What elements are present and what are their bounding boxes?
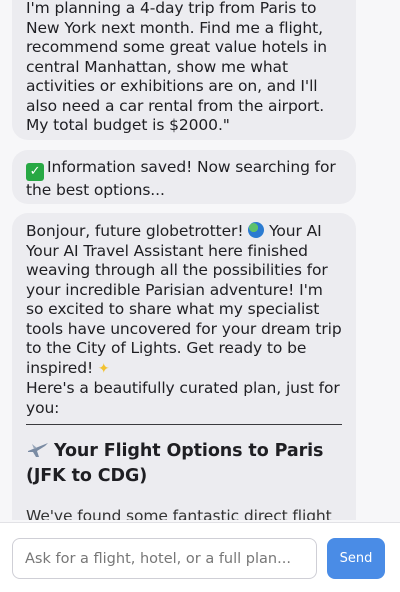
assistant-intro: Bonjour, future globetrotter! Your AI Yo… — [26, 222, 342, 379]
user-message-text: I'm planning a 4-day trip from Paris to … — [26, 0, 327, 134]
message-list[interactable]: I'm planning a 4-day trip from Paris to … — [0, 0, 400, 520]
flight-heading-text: Your Flight Options to Paris (JFK to CDG… — [26, 441, 324, 486]
assistant-message-bubble: Bonjour, future globetrotter! Your AI Yo… — [12, 213, 356, 520]
globe-icon — [248, 222, 265, 238]
flight-summary-partial: We've found some fantastic direct flight — [26, 507, 332, 520]
section-divider — [26, 424, 342, 425]
flight-section-heading: Your Flight Options to Paris (JFK to CDG… — [26, 439, 342, 489]
chat-app: I'm planning a 4-day trip from Paris to … — [0, 0, 400, 592]
user-message-bubble: I'm planning a 4-day trip from Paris to … — [12, 0, 356, 140]
system-message-bubble: ✓ Information saved! Now searching for th… — [12, 150, 356, 204]
assistant-plan-intro: Here's a beautifully curated plan, just … — [26, 379, 340, 417]
assistant-greeting: Bonjour, future globetrotter! — [26, 222, 244, 240]
sparkles-icon: ✦ — [97, 360, 110, 377]
send-button[interactable]: Send — [327, 538, 385, 579]
saved-notice-text: Information saved! Now searching for the… — [26, 158, 336, 199]
airplane-icon — [28, 443, 48, 457]
assistant-intro-body: finished weaving through all the possibi… — [26, 241, 342, 377]
message-input[interactable] — [12, 538, 317, 579]
check-mark-icon: ✓ — [26, 163, 44, 181]
composer-bar: Send — [0, 522, 400, 592]
